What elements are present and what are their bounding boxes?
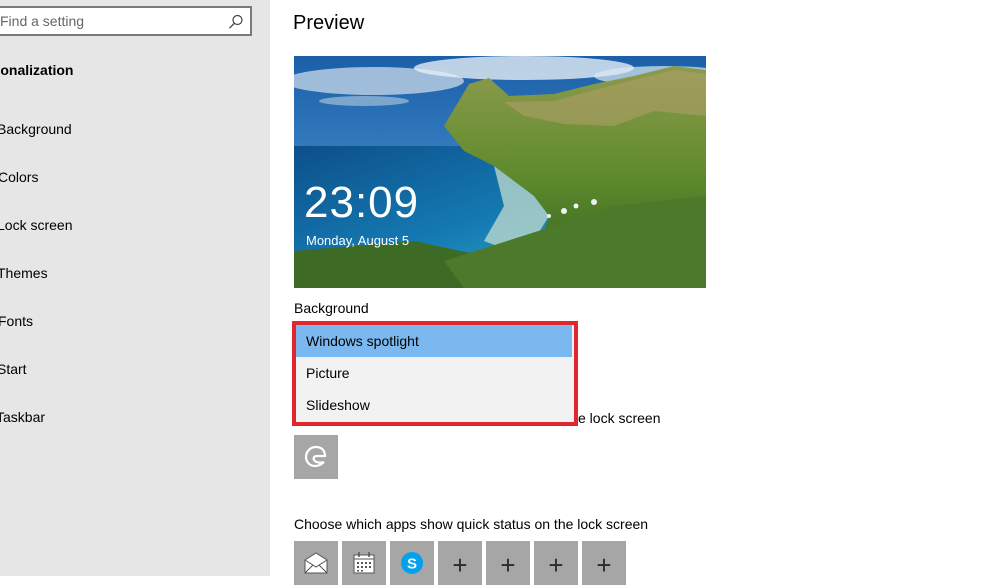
svg-text:S: S [407, 556, 417, 573]
background-dropdown-menu: Windows spotlight Picture Slideshow [292, 321, 578, 426]
dropdown-option-windows-spotlight[interactable]: Windows spotlight [296, 325, 572, 357]
search-icon[interactable] [228, 14, 244, 30]
calendar-icon [353, 552, 375, 574]
quick-status-mail-button[interactable] [294, 541, 338, 585]
mail-icon [304, 552, 328, 574]
quick-status-add-button-3[interactable]: + [534, 541, 578, 585]
background-label: Background [294, 300, 369, 316]
sidebar-title: Personalization [0, 62, 74, 78]
search-box[interactable] [0, 6, 252, 36]
sidebar-item-colors[interactable]: Colors [0, 169, 38, 185]
sidebar-item-fonts[interactable]: Fonts [0, 313, 33, 329]
quick-status-add-button-2[interactable]: + [486, 541, 530, 585]
lock-screen-date: Monday, August 5 [306, 233, 410, 248]
sidebar-item-lock-screen[interactable]: Lock screen [0, 217, 72, 233]
plus-icon: + [500, 550, 516, 580]
dropdown-option-picture[interactable]: Picture [296, 357, 572, 389]
plus-icon: + [596, 550, 612, 580]
skype-icon: S [401, 552, 423, 574]
page-title: Preview [293, 12, 365, 34]
plus-icon: + [548, 550, 564, 580]
search-input[interactable] [0, 10, 220, 32]
dropdown-option-slideshow[interactable]: Slideshow [296, 389, 572, 421]
detailed-status-app-button[interactable] [294, 435, 338, 479]
sidebar-item-start[interactable]: Start [0, 361, 27, 377]
quick-status-add-button-1[interactable]: + [438, 541, 482, 585]
quick-status-label: Choose which apps show quick status on t… [294, 516, 649, 532]
preview-landscape-image [294, 56, 706, 288]
lock-screen-preview: 23:09 Monday, August 5 [294, 56, 706, 288]
detailed-status-label-fragment: e lock screen [578, 410, 661, 426]
plus-icon: + [452, 550, 468, 580]
quick-status-skype-button[interactable]: S [390, 541, 434, 585]
quick-status-add-button-4[interactable]: + [582, 541, 626, 585]
sidebar-item-themes[interactable]: Themes [0, 265, 48, 281]
sidebar: Personalization Background Colors Lock s… [0, 0, 270, 576]
sidebar-item-taskbar[interactable]: Taskbar [0, 409, 45, 425]
quick-status-calendar-button[interactable] [342, 541, 386, 585]
sidebar-item-background[interactable]: Background [0, 121, 72, 137]
edge-icon [304, 445, 327, 468]
lock-screen-time: 23:09 [304, 178, 420, 227]
